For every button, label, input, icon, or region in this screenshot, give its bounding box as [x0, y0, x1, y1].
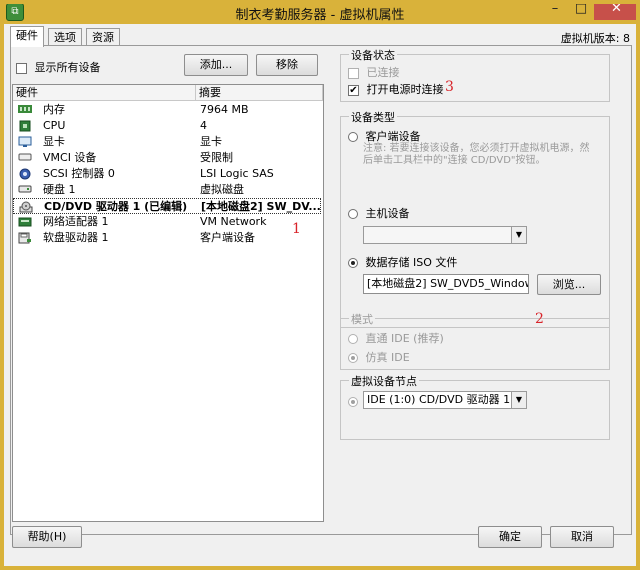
network-icon	[18, 216, 32, 228]
checkbox-box[interactable]	[348, 67, 359, 79]
hardware-name: 内存	[43, 103, 65, 116]
annotation-3: 3	[445, 79, 454, 95]
hardware-name: 硬盘 1	[43, 183, 76, 196]
hardware-row-floppy[interactable]: 软盘驱动器 1 客户端设备	[13, 230, 321, 246]
maximize-button[interactable]: □	[568, 0, 594, 20]
mode-legend: 模式	[349, 311, 375, 327]
column-header-summary[interactable]: 摘要	[196, 85, 323, 101]
device-status-legend: 设备状态	[349, 47, 397, 63]
window-body: 硬件 选项 资源 虚拟机版本: 8 显示所有设备 添加... 移除 硬件 摘要 …	[4, 24, 636, 566]
vmci-icon	[18, 152, 32, 164]
hardware-row-scsi[interactable]: SCSI 控制器 0 LSI Logic SAS	[13, 166, 321, 182]
cancel-button[interactable]: 取消	[550, 526, 614, 548]
title-bar: ⧉ 制衣考勤服务器 - 虚拟机属性 – □ ✕	[0, 0, 640, 24]
hardware-row-memory[interactable]: 内存 7964 MB	[13, 102, 321, 118]
hardware-summary: 显卡	[200, 135, 222, 148]
scsi-icon	[18, 168, 32, 180]
hardware-summary: 客户端设备	[200, 231, 255, 244]
hardware-summary: 虚拟磁盘	[200, 183, 244, 196]
close-button[interactable]: ✕	[594, 0, 639, 20]
chevron-down-icon[interactable]: ▼	[511, 227, 526, 243]
display-icon	[18, 136, 32, 148]
hardware-row-cpu[interactable]: CPU 4	[13, 118, 321, 134]
virtual-device-node-select[interactable]: IDE (1:0) CD/DVD 驱动器 1 ▼	[363, 391, 527, 409]
connected-label: 已连接	[366, 66, 400, 79]
hardware-list: 硬件 摘要 内存 7964 MB CPU 4 显卡 显卡 VMCI 设备 受限制…	[12, 84, 324, 522]
passthrough-ide-label: 直通 IDE (推荐)	[365, 332, 444, 345]
tab-hardware[interactable]: 硬件	[10, 26, 44, 47]
connected-checkbox[interactable]: 已连接	[348, 64, 400, 80]
hardware-summary: VM Network	[200, 215, 267, 228]
show-all-devices-label: 显示所有设备	[34, 61, 101, 74]
host-device-select[interactable]: ▼	[363, 226, 527, 244]
radio-circle[interactable]	[348, 258, 358, 268]
chevron-down-icon[interactable]: ▼	[511, 392, 526, 408]
show-all-devices-checkbox[interactable]: 显示所有设备	[16, 59, 101, 75]
mode-group: 模式 直通 IDE (推荐) 仿真 IDE 2	[340, 311, 610, 370]
hardware-row-display[interactable]: 显卡 显卡	[13, 134, 321, 150]
device-status-group: 设备状态 已连接 ✔ 打开电源时连接 3	[340, 47, 610, 102]
floppy-icon	[18, 232, 32, 244]
ok-button[interactable]: 确定	[478, 526, 542, 548]
hardware-summary: 7964 MB	[200, 103, 249, 116]
hardware-summary: 4	[200, 119, 207, 132]
hardware-summary: [本地磁盘2] SW_DV...	[201, 200, 321, 213]
annotation-1: 1	[292, 221, 301, 237]
browse-button[interactable]: 浏览...	[537, 274, 601, 295]
hardware-name: 显卡	[43, 135, 65, 148]
emulate-ide-label: 仿真 IDE	[365, 351, 410, 364]
host-device-radio[interactable]: 主机设备	[348, 205, 410, 221]
hardware-row-network[interactable]: 网络适配器 1 VM Network	[13, 214, 321, 230]
radio-circle[interactable]	[348, 397, 358, 407]
hardware-name: VMCI 设备	[43, 151, 97, 164]
checkbox-box[interactable]	[16, 62, 27, 74]
virtual-device-node-legend: 虚拟设备节点	[349, 373, 419, 389]
virtual-device-node-group: 虚拟设备节点 IDE (1:0) CD/DVD 驱动器 1 ▼	[340, 373, 610, 440]
remove-button[interactable]: 移除	[256, 54, 318, 76]
hardware-summary: LSI Logic SAS	[200, 167, 274, 180]
radio-circle[interactable]	[348, 132, 358, 142]
radio-circle[interactable]	[348, 353, 358, 363]
help-button[interactable]: 帮助(H)	[12, 526, 82, 548]
hardware-row-harddisk[interactable]: 硬盘 1 虚拟磁盘	[13, 182, 321, 198]
vm-version-label: 虚拟机版本: 8	[560, 32, 630, 45]
hardware-row-cdrom[interactable]: CD/DVD 驱动器 1 (已编辑) [本地磁盘2] SW_DV...	[13, 198, 321, 214]
connect-at-power-on-checkbox[interactable]: ✔ 打开电源时连接	[348, 81, 444, 97]
harddisk-icon	[18, 184, 32, 196]
connect-at-power-on-label: 打开电源时连接	[366, 83, 444, 96]
iso-path-field[interactable]: [本地磁盘2] SW_DVD5_Windows_Sv	[363, 274, 529, 294]
column-header-hardware[interactable]: 硬件	[13, 85, 196, 101]
hardware-name: 网络适配器 1	[43, 215, 109, 228]
iso-file-radio[interactable]: 数据存储 ISO 文件	[348, 254, 457, 270]
emulate-ide-radio[interactable]: 仿真 IDE	[348, 349, 410, 365]
hardware-name: CPU	[43, 119, 66, 132]
add-button[interactable]: 添加...	[184, 54, 248, 76]
annotation-2: 2	[535, 311, 544, 327]
cdrom-icon	[19, 201, 33, 213]
cpu-icon	[18, 120, 32, 132]
client-device-note: 注意: 若要连接该设备，您必须打开虚拟机电源，然后单击工具栏中的"连接 CD/D…	[363, 143, 590, 166]
hardware-name: CD/DVD 驱动器 1 (已编辑)	[44, 200, 188, 213]
client-device-label: 客户端设备	[365, 130, 421, 143]
radio-circle[interactable]	[348, 334, 358, 344]
minimize-button[interactable]: –	[542, 0, 568, 20]
passthrough-ide-radio[interactable]: 直通 IDE (推荐)	[348, 330, 444, 346]
client-device-radio[interactable]: 客户端设备	[348, 128, 421, 144]
radio-circle[interactable]	[348, 209, 358, 219]
hardware-name: SCSI 控制器 0	[43, 167, 115, 180]
virtual-device-node-value: IDE (1:0) CD/DVD 驱动器 1	[367, 393, 511, 406]
host-device-label: 主机设备	[365, 207, 410, 220]
device-type-group: 设备类型 客户端设备 注意: 若要连接该设备，您必须打开虚拟机电源，然后单击工具…	[340, 109, 610, 328]
device-type-legend: 设备类型	[349, 109, 397, 125]
iso-file-label: 数据存储 ISO 文件	[365, 256, 458, 269]
checkmark-icon[interactable]: ✔	[348, 84, 359, 96]
hardware-summary: 受限制	[200, 151, 233, 164]
memory-icon	[18, 104, 32, 116]
hardware-row-vmci[interactable]: VMCI 设备 受限制	[13, 150, 321, 166]
hardware-name: 软盘驱动器 1	[43, 231, 109, 244]
